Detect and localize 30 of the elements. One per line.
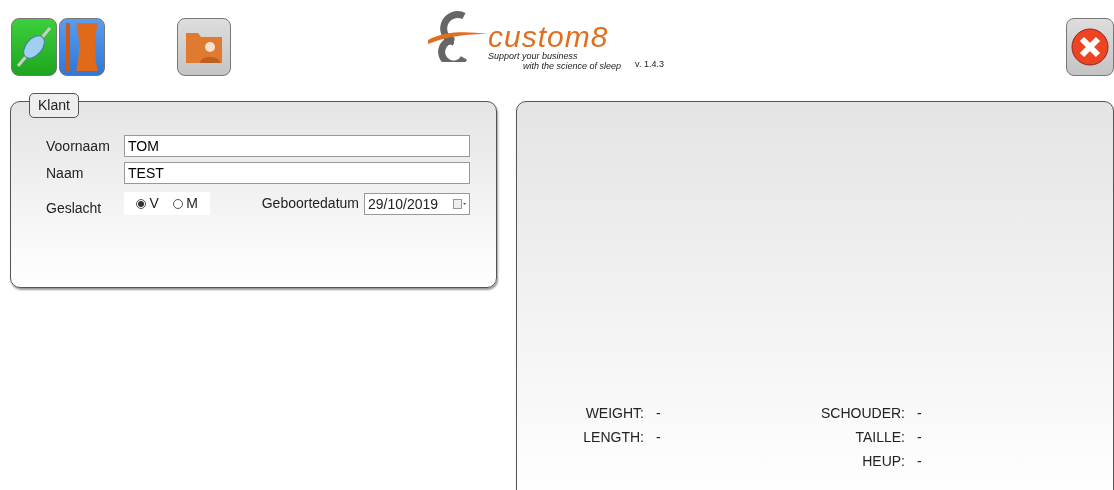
date-field[interactable]: 29/10/2019 <box>364 192 470 215</box>
version-label: v. 1.4.3 <box>635 58 664 72</box>
field-label: Naam <box>46 163 85 183</box>
field-label: Voornaam <box>46 136 111 156</box>
measure-label: LENGTH: <box>582 428 644 447</box>
client-folder-icon[interactable] <box>177 18 231 76</box>
field-label: Geslacht <box>46 199 103 218</box>
measure-value: - <box>656 428 661 447</box>
panel-legend: Klant <box>29 93 79 118</box>
date-value: 29/10/2019 <box>368 194 439 214</box>
field-label: Geboortedatum <box>261 194 359 213</box>
calendar-icon <box>453 198 466 209</box>
measure-value: - <box>656 404 661 423</box>
plug-icon[interactable] <box>11 18 57 76</box>
measure-value: - <box>917 428 922 447</box>
radio-option[interactable]: M <box>172 193 198 214</box>
text-field[interactable]: TEST <box>124 162 470 184</box>
tagline: with the science of sleep <box>523 61 622 72</box>
measure-value: - <box>917 404 922 423</box>
measure-label: HEUP: <box>861 452 905 471</box>
measure-value: - <box>917 452 922 471</box>
tagline: Support your business <box>488 52 579 62</box>
measure-label: SCHOUDER: <box>820 404 905 423</box>
brand-name: custom8 <box>488 22 610 52</box>
text-field[interactable]: TOM <box>124 135 470 157</box>
close-button[interactable] <box>1066 18 1114 76</box>
radio-option[interactable]: V <box>136 193 159 214</box>
measure-label: WEIGHT: <box>584 404 644 423</box>
measure-label: TAILLE: <box>854 428 905 447</box>
mattress-icon[interactable] <box>59 18 105 76</box>
